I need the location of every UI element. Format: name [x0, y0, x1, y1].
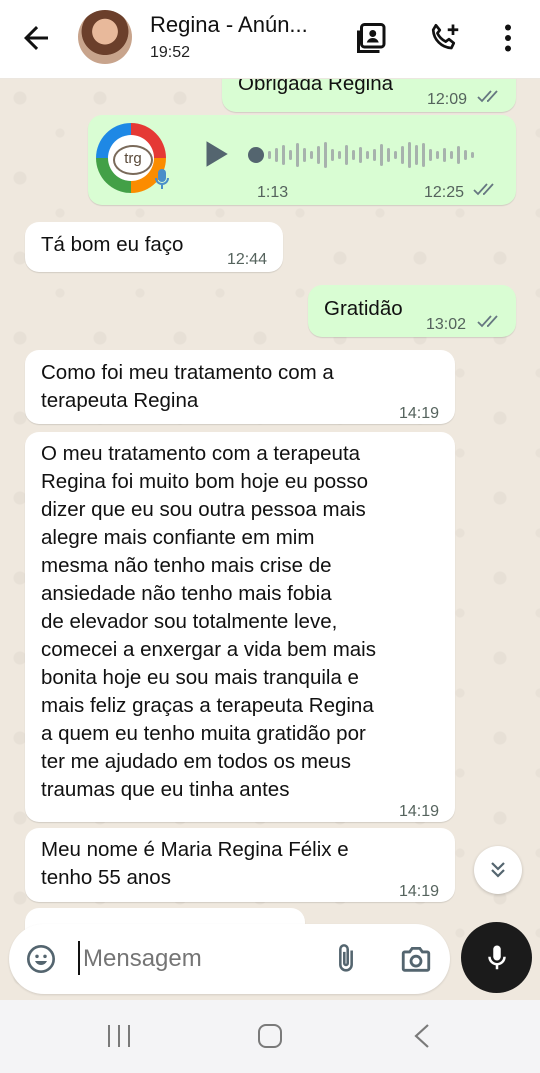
back-arrow-icon[interactable] [18, 20, 54, 56]
message-text: Gratidão [324, 297, 403, 320]
double-chevron-down-icon [491, 862, 505, 878]
microphone-icon [488, 945, 506, 970]
message-bubble-incoming[interactable]: O meu tratamento com a terapeuta Regina … [25, 432, 455, 822]
microphone-small-icon [155, 169, 169, 189]
message-input[interactable] [81, 938, 325, 980]
audio-progress-dot[interactable] [248, 147, 264, 163]
add-call-icon[interactable] [426, 20, 462, 56]
message-bubble-incoming[interactable]: Tá bom eu faço 12:44 [25, 222, 283, 272]
message-time: 13:02 [426, 316, 467, 333]
message-bubble-incoming[interactable]: Como foi meu tratamento com a terapeuta … [25, 350, 455, 424]
message-text: O meu tratamento com a terapeuta Regina … [41, 442, 376, 801]
system-navigation-bar [0, 1000, 540, 1073]
contact-avatar[interactable] [78, 10, 132, 64]
message-time: 14:19 [399, 405, 440, 422]
message-time: 12:25 [424, 184, 465, 201]
double-check-icon [477, 315, 498, 328]
home-icon[interactable] [255, 1021, 285, 1051]
message-bubble-outgoing[interactable]: Gratidão 13:02 [308, 285, 516, 337]
emoji-icon[interactable] [25, 943, 57, 975]
scroll-to-bottom-button[interactable] [474, 846, 522, 894]
audio-waveform[interactable] [268, 141, 488, 169]
message-text: Tá bom eu faço [41, 233, 184, 256]
message-text: Meu nome é Maria Regina Félix e tenho 55… [41, 838, 349, 889]
play-icon[interactable] [198, 137, 232, 171]
more-options-icon[interactable] [490, 20, 526, 56]
double-check-icon [473, 183, 494, 196]
message-text: Como foi meu tratamento com a terapeuta … [41, 361, 334, 412]
message-time: 14:19 [399, 883, 440, 900]
message-time: 14:19 [399, 803, 440, 820]
chat-header: Regina - Anún... 19:52 [0, 0, 540, 79]
badge-logo-text: trg [113, 145, 153, 175]
text-cursor [78, 941, 80, 975]
message-bubble-outgoing[interactable]: Obrigada Regina 12:09 [222, 78, 516, 112]
message-time: 12:44 [227, 251, 268, 268]
message-bubble-incoming[interactable]: Meu nome é Maria Regina Félix e tenho 55… [25, 828, 455, 902]
contact-name[interactable]: Regina - Anún... [150, 12, 308, 38]
voice-record-button[interactable] [461, 922, 532, 993]
message-time: 12:09 [427, 91, 468, 108]
double-check-icon [477, 90, 498, 103]
camera-icon[interactable] [399, 942, 433, 976]
audio-duration: 1:13 [257, 184, 289, 201]
contact-card-icon[interactable] [354, 20, 390, 56]
back-icon[interactable] [408, 1021, 436, 1051]
chat-area[interactable]: Obrigada Regina 12:09 trg 1:13 12:25 Tá … [0, 78, 540, 1000]
message-text: Obrigada Regina [238, 78, 393, 95]
voice-message-bubble[interactable]: trg 1:13 12:25 [88, 115, 516, 205]
contact-status: 19:52 [150, 44, 191, 61]
attach-icon[interactable] [329, 942, 363, 976]
recent-apps-icon[interactable] [104, 1022, 134, 1050]
message-composer [9, 924, 450, 994]
